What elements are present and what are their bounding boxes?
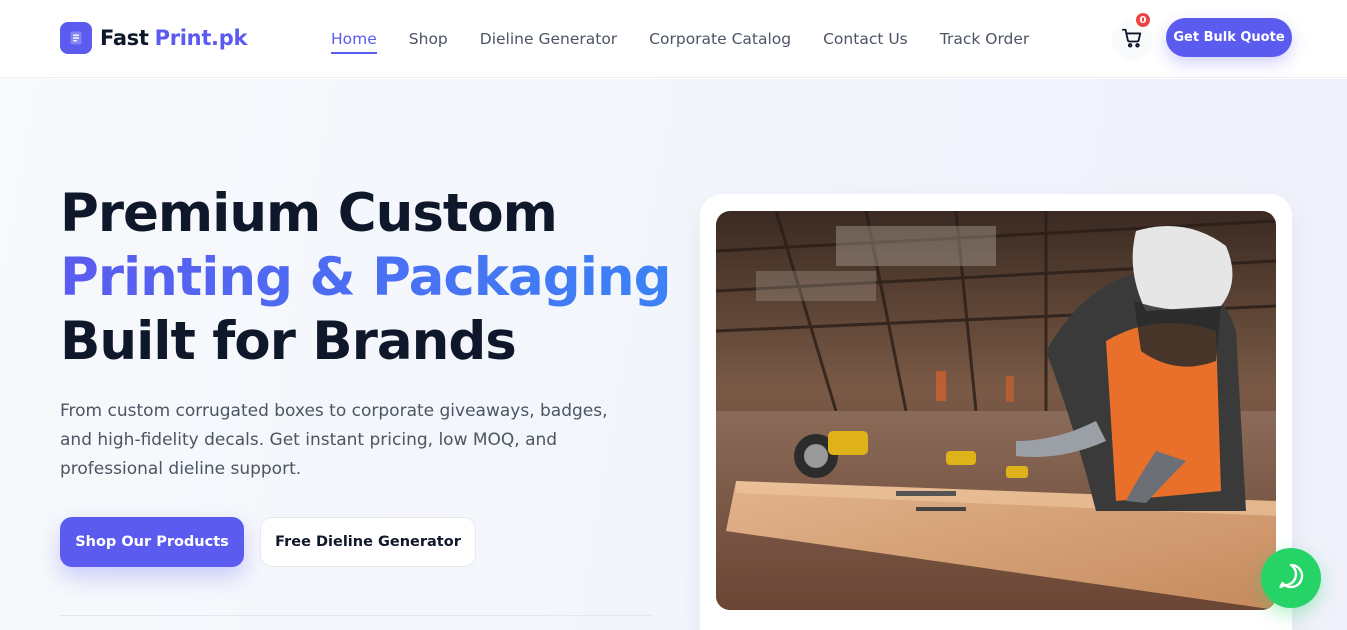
nav-item-contact-us[interactable]: Contact Us <box>823 0 908 78</box>
whatsapp-chat-icon <box>1276 561 1306 595</box>
document-icon <box>60 22 92 54</box>
nav-item-home[interactable]: Home <box>331 0 377 78</box>
section-divider <box>60 615 652 616</box>
hero-image-card <box>700 194 1292 630</box>
hero-photo <box>716 211 1276 610</box>
brand-name-part2: Print.pk <box>154 26 248 50</box>
dieline-generator-button[interactable]: Free Dieline Generator <box>260 517 476 567</box>
shop-products-button[interactable]: Shop Our Products <box>60 517 244 567</box>
logo[interactable]: Fast Print.pk <box>60 22 247 54</box>
nav-item-track-order[interactable]: Track Order <box>940 0 1030 78</box>
get-bulk-quote-button[interactable]: Get Bulk Quote <box>1166 18 1292 57</box>
nav-item-corporate-catalog[interactable]: Corporate Catalog <box>649 0 791 78</box>
main-nav: Home Shop Dieline Generator Corporate Ca… <box>331 0 1061 78</box>
hero-section: Premium Custom Printing & Packaging Buil… <box>0 79 1347 630</box>
hero-title-line3: Built for Brands <box>60 311 517 372</box>
nav-item-dieline-generator[interactable]: Dieline Generator <box>480 0 617 78</box>
hero-title-line1: Premium Custom <box>60 183 558 244</box>
brand-name-part1: Fast <box>100 26 149 50</box>
whatsapp-chat-button[interactable] <box>1261 548 1321 608</box>
cart-count-badge: 0 <box>1134 11 1152 29</box>
nav-item-shop[interactable]: Shop <box>409 0 448 78</box>
hero-subtitle: From custom corrugated boxes to corporat… <box>60 401 608 479</box>
brand-name: Fast Print.pk <box>100 26 247 50</box>
shopping-cart-icon <box>1121 27 1143 53</box>
site-header: Fast Print.pk Home Shop Dieline Generator… <box>0 0 1347 78</box>
hero-title-line2: Printing & Packaging <box>60 247 672 308</box>
cart-button[interactable]: 0 <box>1112 11 1152 60</box>
hero-title: Premium Custom Printing & Packaging Buil… <box>60 182 672 374</box>
